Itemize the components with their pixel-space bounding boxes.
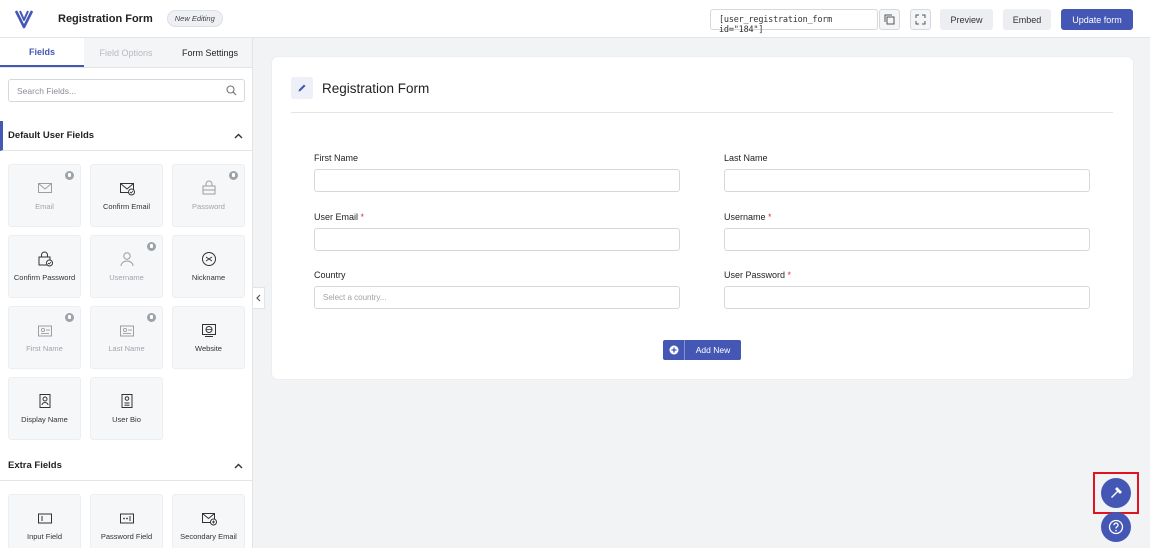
lock-icon bbox=[65, 171, 74, 180]
last-name-input[interactable] bbox=[724, 169, 1090, 192]
form-canvas: Registration Form First Name Last Name U… bbox=[272, 57, 1133, 379]
section-title: Extra Fields bbox=[8, 460, 62, 471]
form-title: Registration Form bbox=[58, 12, 153, 25]
default-fields-header[interactable]: Default User Fields bbox=[0, 121, 252, 151]
last-name-icon bbox=[119, 325, 134, 337]
input-field-icon bbox=[37, 513, 52, 524]
section-title: Default User Fields bbox=[8, 130, 95, 141]
field-tile-secondary-email[interactable]: Secondary Email bbox=[172, 494, 245, 548]
tab-field-options[interactable]: Field Options bbox=[84, 38, 168, 67]
field-tile-website[interactable]: Website bbox=[172, 306, 245, 369]
secondary-email-icon bbox=[201, 513, 217, 526]
display-name-icon bbox=[39, 394, 50, 408]
chevron-up-icon bbox=[234, 463, 243, 468]
email-icon bbox=[37, 183, 52, 193]
add-new-row-button[interactable]: Add New bbox=[663, 340, 741, 360]
lock-icon bbox=[229, 171, 238, 180]
field-tile-confirm-email[interactable]: Confirm Email bbox=[90, 164, 163, 227]
tab-fields[interactable]: Fields bbox=[0, 38, 84, 67]
preview-button[interactable]: Preview bbox=[940, 9, 993, 30]
search-icon bbox=[226, 85, 237, 96]
logo-icon bbox=[14, 9, 34, 28]
sidebar-tabs: Fields Field Options Form Settings bbox=[0, 38, 252, 68]
username-input[interactable] bbox=[724, 228, 1090, 251]
first-name-input[interactable] bbox=[314, 169, 680, 192]
field-tile-confirm-password[interactable]: Confirm Password bbox=[8, 235, 81, 298]
lock-icon bbox=[147, 242, 156, 251]
editing-badge: New Editing bbox=[166, 10, 223, 27]
shortcode-field[interactable]: [user_registration_form id="184"] bbox=[710, 9, 878, 35]
form-canvas-title: Registration Form bbox=[322, 80, 430, 96]
help-button[interactable] bbox=[1101, 512, 1131, 542]
field-tile-password[interactable]: Password bbox=[172, 164, 245, 227]
field-tile-input-field[interactable]: Input Field bbox=[8, 494, 81, 548]
field-tile-email[interactable]: Email bbox=[8, 164, 81, 227]
required-mark: * bbox=[787, 270, 792, 280]
fullscreen-button[interactable] bbox=[910, 9, 931, 30]
hammer-icon bbox=[1111, 487, 1122, 498]
password-icon bbox=[202, 180, 215, 195]
field-tile-password-field[interactable]: Password Field bbox=[90, 494, 163, 548]
confirm-email-icon bbox=[119, 183, 135, 196]
field-tile-username[interactable]: Username bbox=[90, 235, 163, 298]
extra-fields-header[interactable]: Extra Fields bbox=[0, 451, 252, 481]
form-heading: Registration Form bbox=[291, 77, 429, 99]
search-fields-input[interactable]: Search Fields... bbox=[8, 79, 245, 102]
field-label-country: Country bbox=[314, 270, 346, 280]
divider bbox=[291, 112, 1113, 113]
field-tile-first-name[interactable]: First Name bbox=[8, 306, 81, 369]
tools-button[interactable] bbox=[1101, 478, 1131, 508]
confirm-password-icon bbox=[38, 251, 53, 267]
plus-circle-icon bbox=[669, 345, 678, 355]
field-tile-user-bio[interactable]: User Bio bbox=[90, 377, 163, 440]
fields-sidebar: Fields Field Options Form Settings Searc… bbox=[0, 38, 253, 548]
first-name-icon bbox=[37, 325, 52, 337]
field-tile-last-name[interactable]: Last Name bbox=[90, 306, 163, 369]
tab-form-settings[interactable]: Form Settings bbox=[168, 38, 252, 67]
field-tile-display-name[interactable]: Display Name bbox=[8, 377, 81, 440]
country-select[interactable]: Select a country... bbox=[314, 286, 680, 309]
user-email-input[interactable] bbox=[314, 228, 680, 251]
copy-icon bbox=[884, 14, 895, 25]
field-label-user-password: User Password * bbox=[724, 270, 792, 280]
update-form-button[interactable]: Update form bbox=[1061, 9, 1133, 30]
chevron-left-icon bbox=[256, 294, 261, 302]
search-placeholder: Search Fields... bbox=[17, 86, 77, 96]
expand-icon bbox=[915, 14, 926, 25]
user-password-input[interactable] bbox=[724, 286, 1090, 309]
copy-shortcode-button[interactable] bbox=[879, 9, 900, 30]
pencil-icon bbox=[298, 84, 306, 92]
field-label-user-email: User Email * bbox=[314, 212, 365, 222]
field-label-first-name: First Name bbox=[314, 153, 359, 163]
collapse-sidebar-button[interactable] bbox=[253, 287, 265, 309]
required-mark: * bbox=[360, 212, 365, 222]
lock-icon bbox=[147, 313, 156, 322]
website-icon bbox=[201, 324, 216, 337]
field-label-username: Username * bbox=[724, 212, 772, 222]
chevron-up-icon bbox=[234, 133, 243, 138]
password-field-icon bbox=[119, 513, 134, 524]
field-label-last-name: Last Name bbox=[724, 153, 768, 163]
edit-title-button[interactable] bbox=[291, 77, 313, 99]
user-icon bbox=[120, 252, 133, 267]
highlighted-tools-button-frame bbox=[1093, 472, 1139, 514]
user-bio-icon bbox=[121, 394, 132, 408]
help-icon bbox=[1108, 519, 1124, 535]
embed-button[interactable]: Embed bbox=[1003, 9, 1051, 30]
required-mark: * bbox=[768, 212, 772, 222]
field-tile-nickname[interactable]: Nickname bbox=[172, 235, 245, 298]
nickname-icon bbox=[201, 252, 216, 266]
lock-icon bbox=[65, 313, 74, 322]
